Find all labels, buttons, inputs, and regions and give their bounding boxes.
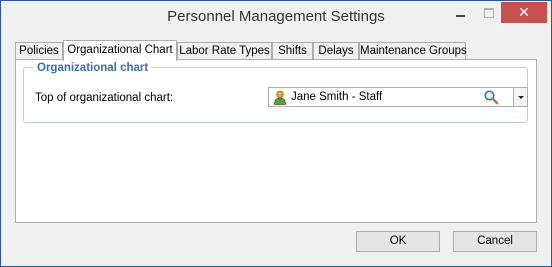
groupbox-title: Organizational chart [34, 61, 152, 75]
tab-labor-rate-types[interactable]: Labor Rate Types [177, 42, 272, 59]
magnifier-icon[interactable] [483, 89, 499, 105]
ok-button[interactable]: OK [356, 231, 440, 252]
lookup-dropdown-button[interactable] [513, 87, 528, 107]
maximize-button [475, 2, 502, 23]
org-chart-groupbox: Organizational chart Top of organization… [23, 61, 528, 123]
top-of-chart-lookup-field[interactable]: Jane Smith - Staff [268, 87, 514, 107]
top-of-chart-value: Jane Smith - Staff [291, 91, 383, 103]
person-icon [274, 90, 286, 105]
minimize-icon [456, 15, 465, 17]
tab-policies[interactable]: Policies [15, 42, 63, 59]
chevron-down-icon [518, 96, 524, 99]
title-bar[interactable]: Personnel Management Settings ✕ [1, 1, 551, 33]
tab-maintenance-groups[interactable]: Maintenance Groups [359, 42, 467, 59]
tab-shifts[interactable]: Shifts [272, 42, 313, 59]
tab-panel-organizational-chart: Organizational chart Top of organization… [15, 59, 537, 223]
dialog-window: Personnel Management Settings ✕ Policies… [0, 0, 552, 267]
tab-organizational-chart[interactable]: Organizational Chart [63, 40, 177, 61]
maximize-icon [483, 8, 494, 18]
close-button[interactable]: ✕ [501, 2, 547, 23]
close-icon: ✕ [518, 4, 530, 20]
tab-delays[interactable]: Delays [313, 42, 359, 59]
cancel-button[interactable]: Cancel [453, 231, 537, 252]
top-of-chart-label: Top of organizational chart: [35, 92, 174, 104]
minimize-button[interactable] [447, 2, 474, 23]
